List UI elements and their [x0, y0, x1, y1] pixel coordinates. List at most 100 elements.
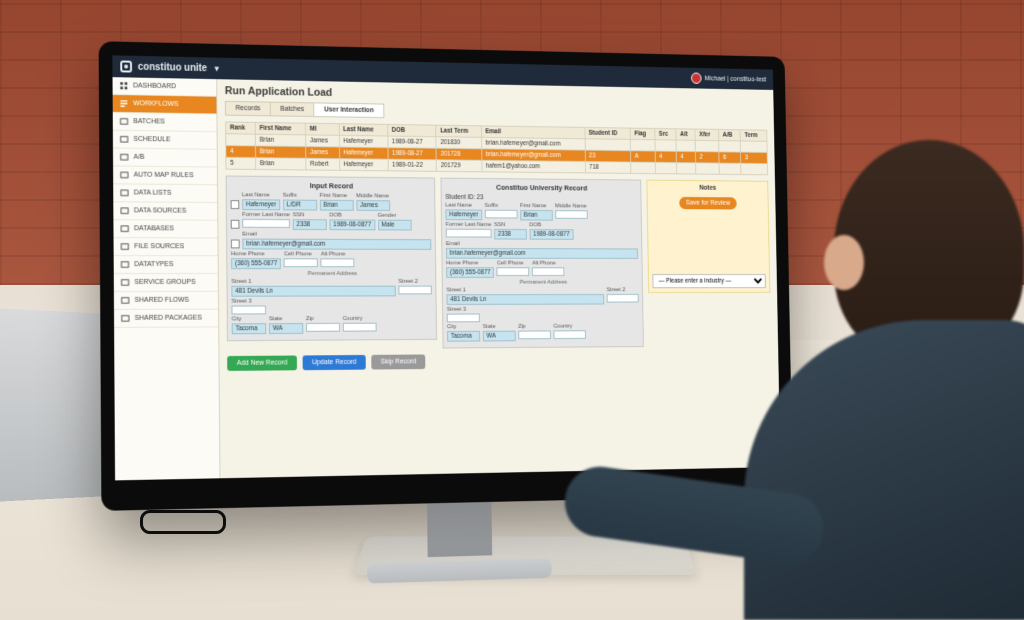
input-city[interactable]: Tacoma: [232, 323, 267, 334]
input-home-phone[interactable]: (360) 555-0877: [231, 258, 281, 269]
user-chip[interactable]: Michael | constituo-test: [691, 72, 767, 85]
univ-city[interactable]: Tacoma: [447, 331, 480, 342]
input-street2[interactable]: [398, 286, 431, 295]
sidebar-item-shared-flows[interactable]: SHARED FLOWS: [114, 292, 218, 310]
grid-header[interactable]: Alt: [676, 129, 695, 141]
table-cell: 4: [655, 151, 676, 163]
univ-suffix[interactable]: [485, 210, 518, 219]
sidebar-item-a-b[interactable]: A/B: [113, 149, 217, 168]
input-cell-phone[interactable]: [284, 258, 318, 267]
row-checkbox[interactable]: [231, 240, 240, 249]
input-former-last-name[interactable]: [242, 219, 290, 228]
row-checkbox[interactable]: [231, 220, 240, 229]
sidebar-item-label: SCHEDULE: [133, 136, 170, 143]
input-dob[interactable]: 1989-08-0877: [329, 219, 374, 230]
input-first-name[interactable]: Brian: [320, 200, 354, 211]
sidebar-item-datatypes[interactable]: DATATYPES: [114, 256, 218, 274]
input-email[interactable]: brian.hafemeyer@gmail.com: [242, 239, 431, 250]
input-alt-phone[interactable]: [321, 258, 355, 267]
grid-header[interactable]: DOB: [387, 124, 436, 136]
tab-user-interaction[interactable]: User Interaction: [315, 103, 384, 117]
univ-dob[interactable]: 1989-08-0877: [530, 229, 574, 240]
univ-street2[interactable]: [607, 294, 639, 303]
sidebar-item-shared-packages[interactable]: SHARED PACKAGES: [114, 310, 218, 328]
univ-home-phone[interactable]: (360) 555-0877: [446, 267, 494, 278]
tab-batches[interactable]: Batches: [271, 103, 315, 116]
input-suffix[interactable]: L/DR: [283, 200, 317, 211]
row-checkbox[interactable]: [231, 200, 240, 209]
grid-header[interactable]: Last Name: [339, 124, 388, 136]
table-cell: Hafemeyer: [339, 135, 388, 147]
sidebar-item-databases[interactable]: DATABASES: [113, 220, 217, 238]
records-grid: RankFirst NameMILast NameDOBLast TermEma…: [225, 121, 768, 175]
input-record-panel: Input Record Last NameHafemeyer SuffixL/…: [226, 176, 437, 342]
univ-middle[interactable]: [555, 210, 587, 219]
univ-email[interactable]: brian.hafemeyer@gmail.com: [446, 248, 638, 259]
grid-header[interactable]: First Name: [255, 122, 305, 134]
sidebar-item-data-lists[interactable]: DATA LISTS: [113, 184, 217, 203]
sidebar-icon: [121, 278, 130, 287]
table-cell: Robert: [306, 158, 340, 170]
grid-header[interactable]: MI: [306, 123, 339, 135]
sidebar-icon: [120, 153, 129, 162]
input-country[interactable]: [343, 323, 377, 332]
table-cell: Hafemeyer: [339, 159, 388, 171]
sidebar-icon: [121, 260, 130, 269]
sidebar-icon: [120, 206, 129, 215]
grid-header[interactable]: Student ID: [585, 127, 631, 139]
table-cell: [631, 139, 656, 151]
brand[interactable]: constituo unite ▼: [120, 60, 220, 74]
input-street1[interactable]: 481 Devils Ln: [231, 286, 395, 297]
university-record-panel: Constituo University Record Student ID: …: [440, 178, 643, 349]
app-screen: constituo unite ▼ Michael | constituo-te…: [112, 55, 780, 480]
sidebar: DASHBOARDWORKFLOWSBATCHES SCHEDULE A/BAUTO…: [113, 77, 221, 480]
sidebar-item-label: DATABASES: [134, 225, 174, 232]
input-ssn[interactable]: 2338: [293, 219, 327, 230]
univ-alt-phone[interactable]: [532, 267, 565, 276]
student-id-label: Student ID:: [445, 194, 475, 201]
sidebar-item-label: SERVICE GROUPS: [134, 279, 195, 286]
sidebar-item-dashboard[interactable]: DASHBOARD: [113, 77, 217, 97]
table-cell: 718: [585, 162, 631, 174]
input-street3[interactable]: [232, 305, 267, 314]
sidebar-item-label: DATA LISTS: [134, 189, 172, 196]
sidebar-icon: [120, 99, 129, 108]
input-state[interactable]: WA: [269, 323, 303, 334]
sidebar-item-label: DATATYPES: [134, 261, 173, 268]
sidebar-item-workflows[interactable]: WORKFLOWS: [113, 95, 217, 114]
input-zip[interactable]: [306, 323, 340, 332]
univ-first-name[interactable]: Brian: [520, 210, 553, 221]
grid-header[interactable]: Flag: [630, 128, 655, 140]
table-cell: 1989-01-22: [388, 159, 437, 171]
univ-zip[interactable]: [518, 330, 551, 339]
table-cell: Brian: [255, 146, 305, 158]
univ-cell-phone[interactable]: [497, 267, 530, 276]
input-last-name[interactable]: Hafemeyer: [242, 199, 280, 210]
sidebar-item-label: DATA SOURCES: [134, 207, 186, 214]
table-cell: 4: [226, 146, 256, 158]
grid-header[interactable]: Src: [655, 128, 676, 140]
univ-ssn[interactable]: 2338: [494, 229, 527, 240]
univ-former-last-name[interactable]: [446, 229, 492, 238]
update-record-button[interactable]: Update Record: [302, 355, 365, 370]
sidebar-item-batches[interactable]: BATCHES: [113, 113, 217, 132]
univ-last-name[interactable]: Hafemeyer: [445, 209, 482, 220]
sidebar-item-auto-map-rules[interactable]: AUTO MAP RULES: [113, 166, 217, 185]
sidebar-item-data-sources[interactable]: DATA SOURCES: [113, 202, 217, 220]
grid-header[interactable]: Rank: [226, 122, 256, 134]
sidebar-item-schedule[interactable]: SCHEDULE: [113, 131, 217, 150]
grid-header[interactable]: Last Term: [436, 125, 481, 137]
sidebar-item-file-sources[interactable]: FILE SOURCES: [114, 238, 218, 256]
univ-country[interactable]: [554, 330, 586, 339]
tab-records[interactable]: Records: [226, 102, 271, 115]
univ-perm-addr-label: Permanent Address: [446, 280, 638, 286]
input-middle[interactable]: James: [356, 200, 390, 211]
skip-record-button[interactable]: Skip Record: [371, 354, 425, 369]
user-label: Michael | constituo-test: [705, 75, 767, 83]
univ-street3[interactable]: [447, 314, 480, 323]
sidebar-item-service-groups[interactable]: SERVICE GROUPS: [114, 274, 218, 292]
univ-street1[interactable]: 481 Devils Ln: [447, 294, 605, 305]
add-new-record-button[interactable]: Add New Record: [227, 356, 297, 371]
input-gender[interactable]: Male: [378, 220, 412, 231]
univ-state[interactable]: WA: [483, 331, 516, 342]
